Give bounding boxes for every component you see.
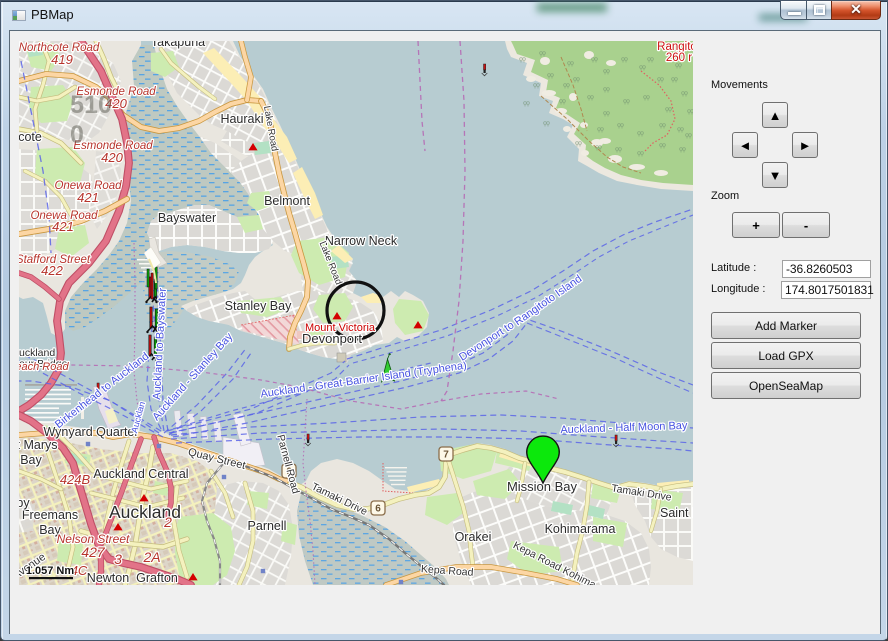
svg-text:420: 420 bbox=[101, 150, 123, 165]
svg-text:cote: cote bbox=[19, 130, 42, 144]
svg-text:Bayswater: Bayswater bbox=[158, 211, 216, 225]
svg-text:Hauraki: Hauraki bbox=[220, 112, 263, 126]
svg-text:510: 510 bbox=[70, 91, 112, 119]
svg-text:7: 7 bbox=[443, 450, 449, 461]
svg-text:419: 419 bbox=[51, 52, 73, 67]
svg-text:427: 427 bbox=[81, 544, 106, 560]
svg-text:by: by bbox=[19, 496, 30, 510]
svg-text:0: 0 bbox=[70, 121, 84, 149]
svg-text:Saint He: Saint He bbox=[660, 506, 693, 520]
svg-text:Narrow Neck: Narrow Neck bbox=[325, 234, 398, 248]
svg-text:t Marys: t Marys bbox=[19, 438, 57, 452]
svg-text:2: 2 bbox=[163, 514, 172, 530]
svg-text:Parnell: Parnell bbox=[248, 519, 287, 533]
svg-text:3: 3 bbox=[114, 551, 122, 567]
svg-text:Orakei: Orakei bbox=[455, 530, 492, 544]
svg-text:Belmont: Belmont bbox=[264, 194, 310, 208]
svg-text:Auckland Central: Auckland Central bbox=[93, 467, 188, 481]
svg-text:421: 421 bbox=[77, 190, 99, 205]
svg-text:Kohimarama: Kohimarama bbox=[545, 522, 616, 536]
svg-text:Bay: Bay bbox=[20, 453, 42, 467]
svg-text:Grafton: Grafton bbox=[136, 571, 178, 585]
svg-text:424B: 424B bbox=[60, 472, 91, 487]
svg-text:260 r: 260 r bbox=[666, 52, 692, 64]
svg-text:Takapuna: Takapuna bbox=[151, 41, 205, 49]
svg-text:421: 421 bbox=[52, 219, 74, 234]
svg-text:Stanley Bay: Stanley Bay bbox=[225, 299, 292, 313]
svg-text:2A: 2A bbox=[142, 549, 160, 565]
svg-text:Newton: Newton bbox=[87, 571, 129, 585]
svg-text:422: 422 bbox=[41, 263, 63, 278]
svg-text:each Road: each Road bbox=[19, 361, 69, 373]
svg-text:6: 6 bbox=[375, 504, 381, 515]
svg-text:1.057 Nm: 1.057 Nm bbox=[26, 565, 75, 577]
svg-text:Mount Victoria: Mount Victoria bbox=[305, 322, 376, 334]
svg-text:Freemans: Freemans bbox=[22, 508, 78, 522]
